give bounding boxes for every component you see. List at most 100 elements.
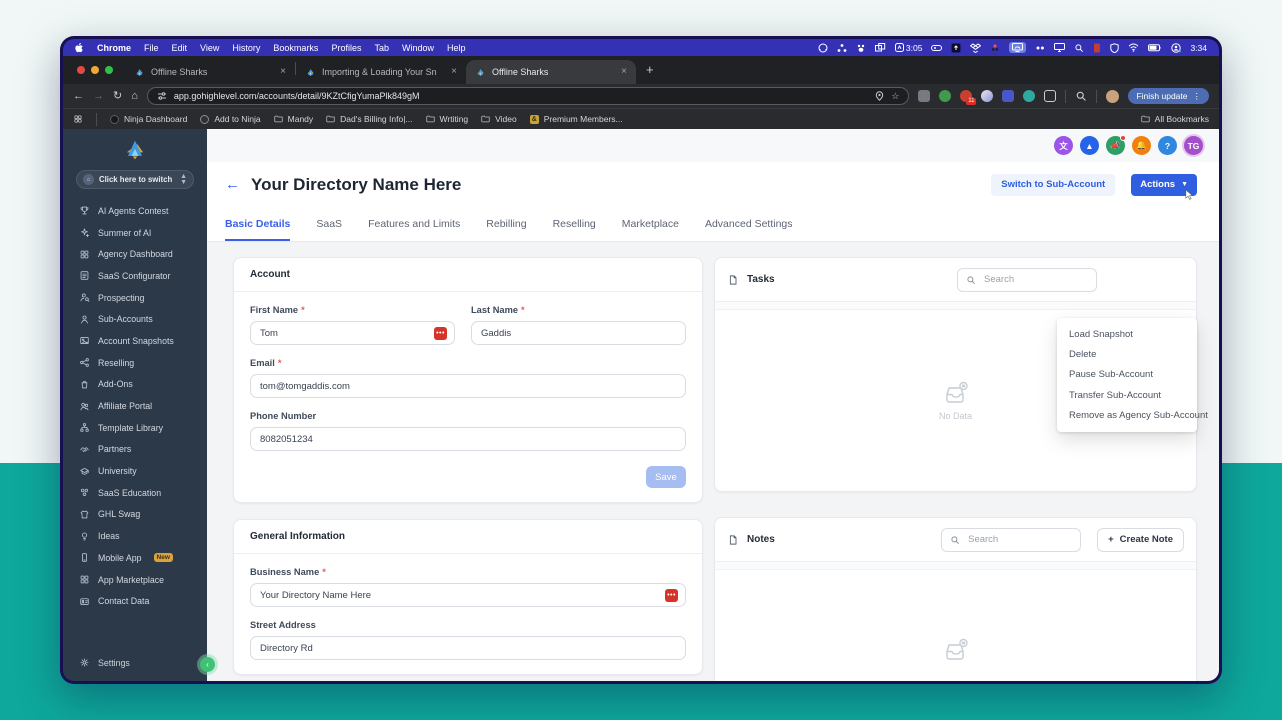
sidebar-item-template-library[interactable]: Template Library bbox=[63, 417, 207, 439]
back-button[interactable]: ← bbox=[73, 90, 84, 102]
browser-tab-3-active[interactable]: Offline Sharks × bbox=[466, 60, 636, 84]
onepassword-status-icon[interactable] bbox=[1093, 42, 1101, 53]
browser-tab-2[interactable]: Importing & Loading Your Sn × bbox=[296, 60, 466, 84]
bookmark-folder-video[interactable]: Video bbox=[481, 114, 517, 124]
last-name-field[interactable] bbox=[471, 321, 686, 345]
sidebar-item-university[interactable]: University bbox=[63, 460, 207, 482]
tab-basic-details[interactable]: Basic Details bbox=[225, 218, 291, 241]
menubar-item-chrome[interactable]: Chrome bbox=[97, 43, 131, 53]
menu-item-pause-sub-account[interactable]: Pause Sub-Account bbox=[1057, 365, 1197, 385]
sidebar-item-saas-education[interactable]: SaaS Education bbox=[63, 482, 207, 504]
user-avatar[interactable]: TG bbox=[1184, 136, 1203, 155]
extension-gear-icon[interactable] bbox=[1002, 90, 1015, 102]
announcements-icon[interactable]: 📣 bbox=[1106, 135, 1126, 155]
bookmark-folder-writing[interactable]: Wrtiting bbox=[426, 114, 468, 124]
sidebar-item-contact-data[interactable]: Contact Data bbox=[63, 590, 207, 612]
bookmark-premium-members[interactable]: & Premium Members... bbox=[529, 114, 623, 124]
menubar-item-view[interactable]: View bbox=[200, 43, 219, 53]
first-name-field[interactable] bbox=[250, 321, 455, 345]
sidebar-item-prospecting[interactable]: Prospecting bbox=[63, 287, 207, 309]
menu-item-remove-as-agency-sub-account[interactable]: Remove as Agency Sub-Account bbox=[1057, 406, 1208, 426]
menubar-clock[interactable]: 3:34 bbox=[1190, 43, 1207, 53]
menu-item-load-snapshot[interactable]: Load Snapshot bbox=[1057, 324, 1197, 344]
extension-teal-icon[interactable] bbox=[1023, 90, 1036, 102]
pill-status-icon[interactable] bbox=[931, 42, 943, 53]
menubar-item-profiles[interactable]: Profiles bbox=[331, 43, 361, 53]
headset-status-icon[interactable] bbox=[818, 42, 828, 53]
back-arrow-button[interactable]: ← bbox=[225, 177, 240, 192]
dots-status-icon[interactable] bbox=[1035, 42, 1045, 53]
sidebar-item-account-snapshots[interactable]: Account Snapshots bbox=[63, 330, 207, 352]
rocket-icon[interactable]: ▲ bbox=[1080, 136, 1099, 155]
notifications-bell-icon[interactable]: 🔔 bbox=[1132, 136, 1151, 155]
tab-marketplace[interactable]: Marketplace bbox=[622, 218, 679, 241]
bookmark-folder-dads-billing[interactable]: Dad's Billing Info|... bbox=[326, 114, 413, 124]
lastpass-icon[interactable]: ••• bbox=[434, 326, 447, 340]
lastpass-icon[interactable]: ••• bbox=[665, 588, 678, 602]
extension-camera-icon[interactable] bbox=[918, 90, 931, 102]
menubar-item-history[interactable]: History bbox=[232, 43, 260, 53]
sidebar-item-ghl-swag[interactable]: GHL Swag bbox=[63, 504, 207, 526]
menubar-item-window[interactable]: Window bbox=[402, 43, 434, 53]
tab-close-icon[interactable]: × bbox=[451, 67, 457, 77]
maximize-window-button[interactable] bbox=[105, 66, 113, 74]
tab-search-icon[interactable] bbox=[1075, 90, 1087, 102]
home-button[interactable]: ⌂ bbox=[131, 90, 138, 102]
hub-status-icon[interactable] bbox=[837, 42, 847, 53]
bookmark-star-icon[interactable]: ☆ bbox=[891, 91, 899, 102]
sidebar-item-affiliate-portal[interactable]: Affiliate Portal bbox=[63, 395, 207, 417]
create-note-button[interactable]: + Create Note bbox=[1097, 527, 1184, 552]
email-field[interactable] bbox=[250, 374, 686, 398]
sidebar-item-agency-dashboard[interactable]: Agency Dashboard bbox=[63, 243, 207, 265]
reload-button[interactable]: ↻ bbox=[113, 90, 122, 102]
wifi-status-icon[interactable] bbox=[1128, 42, 1139, 53]
battery-status-icon[interactable] bbox=[1148, 42, 1162, 53]
menu-item-delete[interactable]: Delete bbox=[1057, 344, 1197, 364]
menubar-item-tab[interactable]: Tab bbox=[374, 43, 389, 53]
shield-status-icon[interactable] bbox=[1110, 42, 1120, 53]
sidebar-item-summer-of-ai[interactable]: Summer of AI bbox=[63, 222, 207, 244]
extension-pen-icon[interactable] bbox=[981, 90, 994, 102]
sidebar-item-partners[interactable]: Partners bbox=[63, 439, 207, 461]
dropbox-status-icon[interactable] bbox=[970, 42, 982, 53]
tab-rebilling[interactable]: Rebilling bbox=[486, 218, 526, 241]
business-name-field[interactable] bbox=[250, 583, 686, 607]
apple-menu-icon[interactable] bbox=[75, 42, 84, 53]
user-status-icon[interactable] bbox=[1171, 42, 1182, 53]
sidebar-item-sub-accounts[interactable]: Sub-Accounts bbox=[63, 308, 207, 330]
spotlight-search-icon[interactable] bbox=[1074, 42, 1084, 53]
address-bar[interactable]: app.gohighlevel.com/accounts/detail/9KZt… bbox=[146, 87, 910, 105]
menu-item-transfer-sub-account[interactable]: Transfer Sub-Account bbox=[1057, 385, 1197, 405]
menubar-item-help[interactable]: Help bbox=[447, 43, 466, 53]
location-pin-icon[interactable] bbox=[875, 91, 884, 101]
chrome-profile-avatar[interactable] bbox=[1106, 89, 1120, 103]
actions-button[interactable]: Actions ▼ bbox=[1131, 173, 1197, 196]
switch-to-sub-account-button[interactable]: Switch to Sub-Account bbox=[991, 173, 1116, 196]
sidebar-item-mobile-app[interactable]: Mobile App New bbox=[63, 547, 207, 569]
tab-saas[interactable]: SaaS bbox=[316, 218, 342, 241]
screenshot-time-icon[interactable]: 3:05 bbox=[894, 42, 922, 53]
tab-close-icon[interactable]: × bbox=[621, 67, 627, 77]
menubar-item-edit[interactable]: Edit bbox=[172, 43, 188, 53]
finish-update-button[interactable]: Finish update ⋮ bbox=[1128, 88, 1209, 104]
sidebar-item-app-marketplace[interactable]: App Marketplace bbox=[63, 569, 207, 591]
display-status-icon[interactable] bbox=[1054, 42, 1066, 53]
tab-close-icon[interactable]: × bbox=[280, 67, 286, 77]
close-window-button[interactable] bbox=[77, 66, 85, 74]
sidebar-item-ideas[interactable]: Ideas bbox=[63, 525, 207, 547]
site-settings-icon[interactable] bbox=[157, 91, 167, 101]
all-bookmarks-button[interactable]: All Bookmarks bbox=[1141, 114, 1209, 124]
tasks-search-input[interactable] bbox=[982, 273, 1088, 286]
sidebar-item-reselling[interactable]: Reselling bbox=[63, 352, 207, 374]
screen-sharing-status-icon[interactable] bbox=[1009, 42, 1027, 53]
bug-status-icon[interactable] bbox=[990, 42, 1000, 53]
tab-reselling[interactable]: Reselling bbox=[553, 218, 596, 241]
account-switcher[interactable]: ⌂ Click here to switch ▲ ▼ bbox=[76, 170, 194, 189]
notes-search-input[interactable] bbox=[966, 533, 1073, 546]
menubar-item-bookmarks[interactable]: Bookmarks bbox=[273, 43, 318, 53]
forward-button[interactable]: → bbox=[93, 90, 104, 102]
bookmark-add-to-ninja[interactable]: Add to Ninja bbox=[200, 114, 261, 124]
notes-search[interactable] bbox=[941, 527, 1082, 552]
windows-status-icon[interactable] bbox=[874, 42, 886, 53]
tasks-search[interactable] bbox=[957, 267, 1097, 292]
